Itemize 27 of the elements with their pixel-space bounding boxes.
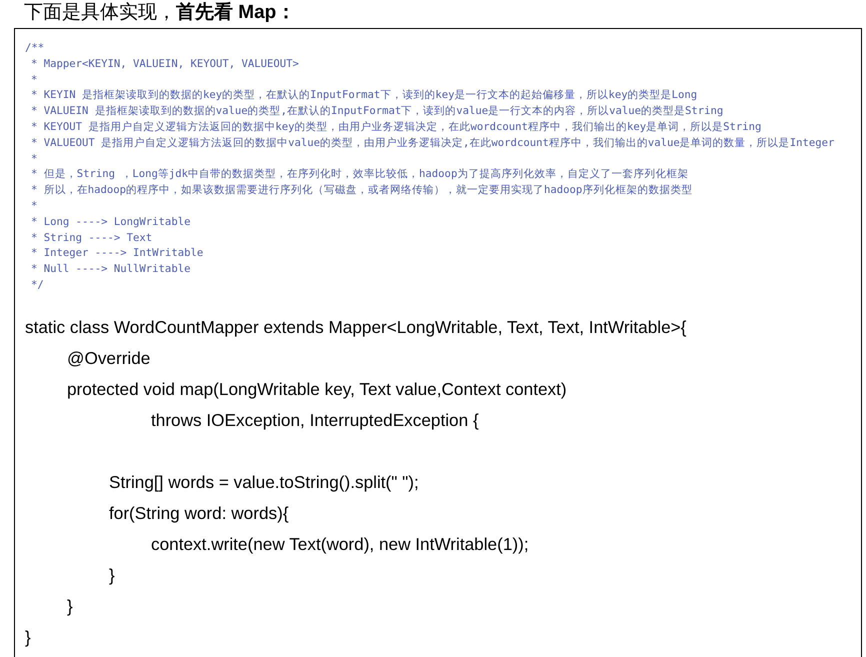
comment-line: * KEYIN 是指框架读取到的数据的key的类型，在默认的InputFormat下，读到的key是一行文本的起始偏移量，所以key的类型是Long xyxy=(30,88,698,104)
comment-line: * xyxy=(30,72,38,88)
comment-line: * 所以，在hadoop的程序中，如果该数据需要进行序列化（写磁盘，或者网络传输），就一定要用实现了hadoop序列化框架的数据类型 xyxy=(30,183,694,198)
comment-line: * VALUEOUT 是指用户自定义逻辑方法返回的数据中value的类型，由用户业务逻辑决定,在此wordcount程序中，我们输出的value是单词的数量，所以是Integer xyxy=(30,136,836,151)
code-line: throws IOException, InterruptedException { xyxy=(150,408,480,432)
comment-line: /** xyxy=(25,41,46,56)
comment-line: * Mapper<KEYIN, VALUEIN, KEYOUT, VALUEOUT> xyxy=(30,56,300,72)
comment-line: * VALUEIN 是指框架读取到的数据的value的类型,在默认的InputFormat下，读到的value是一行文本的内容，所以value的类型是String xyxy=(30,104,724,120)
comment-line: * Integer ----> IntWritable xyxy=(30,246,204,262)
code-line: @Override xyxy=(67,346,152,370)
comment-line: * xyxy=(30,152,38,167)
comment-line: * xyxy=(30,198,38,214)
code-line: for(String word: words){ xyxy=(109,502,290,525)
code-line: protected void map(LongWritable key, Text value,Context context) xyxy=(67,378,568,401)
heading-text: 下面是具体实现，首先看 Map： xyxy=(23,0,296,25)
code-line: } xyxy=(67,594,74,618)
code-line: } xyxy=(25,626,32,649)
code-line: String[] words = value.toString().split(" "); xyxy=(109,470,420,494)
code-line: static class WordCountMapper extends Mapper<LongWritable, Text, Text, IntWritable>{ xyxy=(25,316,688,339)
comment-line: * String ----> Text xyxy=(30,230,154,246)
comment-line: * Null ----> NullWritable xyxy=(30,262,192,278)
comment-line: * 但是，String ，Long等jdk中自带的数据类型，在序列化时，效率比较低，hadoop为了提高序列化效率，自定义了一套序列化框架 xyxy=(30,167,690,182)
comment-line: * Long ----> LongWritable xyxy=(30,214,192,230)
comment-line: * KEYOUT 是指用户自定义逻辑方法返回的数据中key的类型，由用户业务逻辑决定，在此wordcount程序中，我们输出的key是单词，所以是String xyxy=(30,120,762,135)
code-line: context.write(new Text(word), new IntWritable(1)); xyxy=(151,532,530,556)
comment-line: */ xyxy=(30,278,45,293)
code-line: } xyxy=(109,564,116,587)
